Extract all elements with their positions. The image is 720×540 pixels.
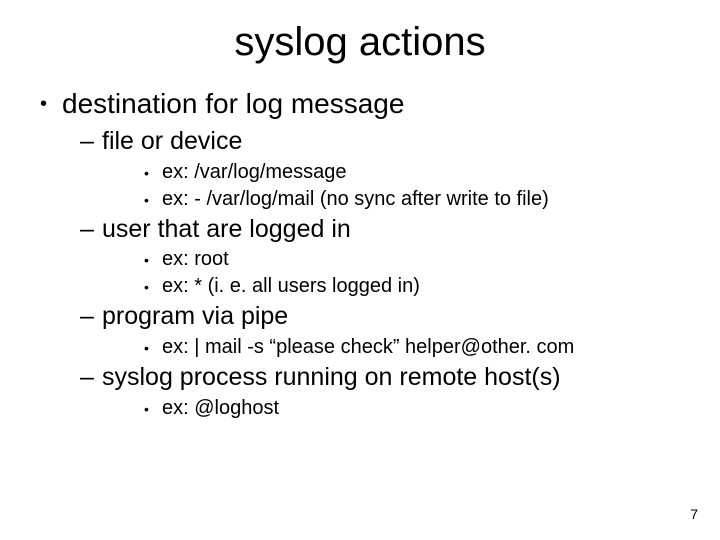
list-item: file or device ex: /var/log/message ex: … xyxy=(62,125,680,213)
slide-content: destination for log message file or devi… xyxy=(0,85,720,422)
slide: syslog actions destination for log messa… xyxy=(0,0,720,540)
page-number: 7 xyxy=(690,506,698,522)
bullet-list-level3: ex: /var/log/message ex: - /var/log/mail… xyxy=(102,159,680,213)
slide-title: syslog actions xyxy=(0,0,720,75)
bullet-text: program via pipe xyxy=(102,302,288,330)
bullet-text: syslog process running on remote host(s) xyxy=(102,363,561,391)
bullet-text: destination for log message xyxy=(62,88,404,119)
bullet-text: ex: root xyxy=(162,248,229,270)
bullet-list-level3: ex: | mail -s “please check” helper@othe… xyxy=(102,334,680,361)
bullet-list-level3: ex: root ex: * (i. e. all users logged i… xyxy=(102,246,680,300)
bullet-text: user that are logged in xyxy=(102,215,351,243)
bullet-text: ex: - /var/log/mail (no sync after write… xyxy=(162,188,549,210)
list-item: destination for log message file or devi… xyxy=(40,85,680,422)
bullet-text: ex: /var/log/message xyxy=(162,161,347,183)
bullet-list-level1: destination for log message file or devi… xyxy=(40,85,680,422)
bullet-text: ex: | mail -s “please check” helper@othe… xyxy=(162,336,574,358)
list-item: ex: /var/log/message xyxy=(102,159,680,186)
list-item: ex: | mail -s “please check” helper@othe… xyxy=(102,334,680,361)
bullet-text: ex: * (i. e. all users logged in) xyxy=(162,275,420,297)
list-item: ex: * (i. e. all users logged in) xyxy=(102,273,680,300)
bullet-list-level2: file or device ex: /var/log/message ex: … xyxy=(62,125,680,422)
bullet-list-level3: ex: @loghost xyxy=(102,395,680,422)
list-item: user that are logged in ex: root ex: * (… xyxy=(62,213,680,301)
list-item: program via pipe ex: | mail -s “please c… xyxy=(62,300,680,361)
list-item: ex: @loghost xyxy=(102,395,680,422)
list-item: ex: - /var/log/mail (no sync after write… xyxy=(102,186,680,213)
bullet-text: ex: @loghost xyxy=(162,397,279,419)
list-item: ex: root xyxy=(102,246,680,273)
list-item: syslog process running on remote host(s)… xyxy=(62,361,680,422)
bullet-text: file or device xyxy=(102,127,242,155)
